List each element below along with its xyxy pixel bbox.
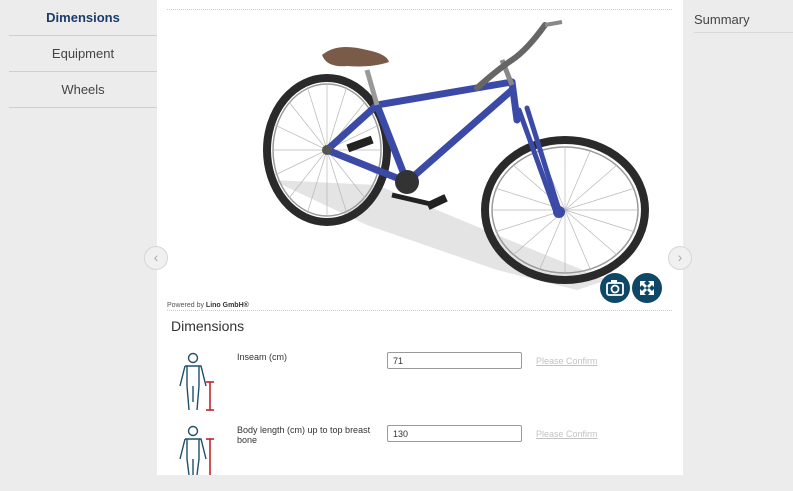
powered-brand: Lino GmbH® <box>205 302 249 309</box>
camera-button[interactable] <box>600 273 630 303</box>
camera-icon <box>606 280 624 296</box>
body-length-figure-icon <box>179 425 214 475</box>
fullscreen-button[interactable] <box>632 273 662 303</box>
chevron-right-icon: › <box>677 249 683 265</box>
sidebar-item-dimensions[interactable]: Dimensions <box>9 0 157 36</box>
summary-title: Summary <box>694 12 793 33</box>
powered-prefix: Powered by <box>167 302 206 309</box>
fullscreen-icon <box>640 281 654 295</box>
sidebar: Dimensions Equipment Wheels <box>9 0 157 475</box>
chevron-left-icon: ‹ <box>153 249 159 265</box>
dimension-field-body-length: Body length (cm) up to top breast bone P… <box>171 425 671 491</box>
dimension-field-inseam: Inseam (cm) Please Confirm <box>171 352 671 418</box>
body-length-input[interactable] <box>387 425 522 442</box>
powered-by: Powered by Lino GmbH® <box>167 302 249 309</box>
sidebar-item-wheels[interactable]: Wheels <box>9 72 157 108</box>
body-length-confirm-link[interactable]: Please Confirm <box>536 429 598 439</box>
summary-panel: Summary <box>683 0 793 475</box>
prev-view-button[interactable]: ‹ <box>144 246 168 270</box>
sidebar-item-equipment[interactable]: Equipment <box>9 36 157 72</box>
section-title-dimensions: Dimensions <box>171 318 245 334</box>
bike-image[interactable] <box>167 10 672 300</box>
body-length-label: Body length (cm) up to top breast bone <box>237 425 371 445</box>
main-panel: ‹ › Powered by Lino GmbH® Dimensions Ins… <box>144 0 692 475</box>
inseam-confirm-link[interactable]: Please Confirm <box>536 356 598 366</box>
bike-viewer[interactable]: ‹ › Powered by Lino GmbH® <box>144 9 692 311</box>
inseam-input[interactable] <box>387 352 522 369</box>
inseam-label: Inseam (cm) <box>237 352 288 362</box>
inseam-figure-icon <box>179 352 214 411</box>
next-view-button[interactable]: › <box>668 246 692 270</box>
